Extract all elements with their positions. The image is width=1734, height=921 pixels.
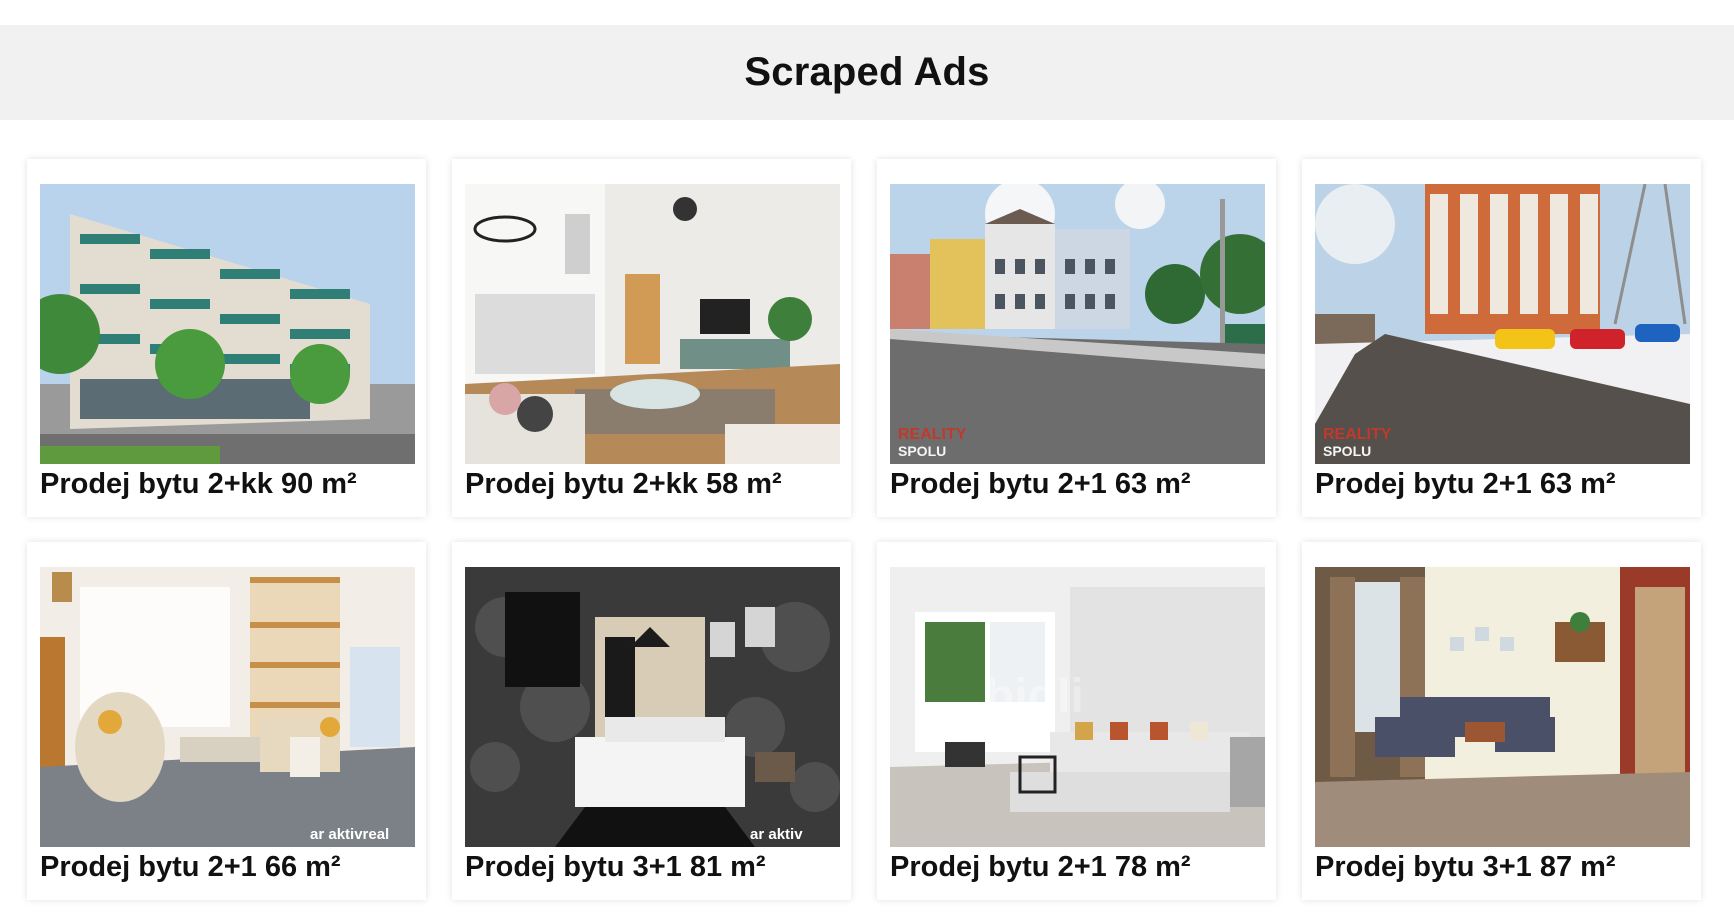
- watermark-logo: REALITY: [1323, 426, 1392, 443]
- ad-image: ar aktiv: [465, 567, 840, 847]
- ad-image-link[interactable]: bidli: [890, 567, 1265, 847]
- ad-title[interactable]: Prodej bytu 3+1 87 m²: [1315, 851, 1695, 884]
- ad-image-link[interactable]: REALITY SPOLU: [1315, 184, 1690, 464]
- ad-image: REALITY SPOLU: [1315, 184, 1690, 464]
- watermark-logo: SPOLU: [1323, 443, 1371, 459]
- ad-card[interactable]: ar aktiv Prodej bytu 3+1 81 m²: [452, 542, 851, 900]
- ad-image: [465, 184, 840, 464]
- ad-image-link[interactable]: [40, 184, 415, 464]
- ad-image-link[interactable]: ar aktiv: [465, 567, 840, 847]
- ad-card[interactable]: bidli Prodej bytu 2+1 78 m²: [877, 542, 1276, 900]
- ad-title[interactable]: Prodej bytu 2+1 63 m²: [1315, 468, 1695, 501]
- ad-image-link[interactable]: ar aktivreal: [40, 567, 415, 847]
- ad-image: bidli: [890, 567, 1265, 847]
- ad-title[interactable]: Prodej bytu 2+1 78 m²: [890, 851, 1270, 884]
- watermark-logo: bidli: [985, 670, 1084, 723]
- ad-image: [40, 184, 415, 464]
- ad-card[interactable]: REALITY SPOLU Prodej bytu 2+1 63 m²: [877, 159, 1276, 517]
- ad-card[interactable]: Prodej bytu 2+kk 90 m²: [27, 159, 426, 517]
- watermark-logo: SPOLU: [898, 443, 946, 459]
- ad-card[interactable]: Prodej bytu 2+kk 58 m²: [452, 159, 851, 517]
- ad-card[interactable]: Prodej bytu 3+1 87 m²: [1302, 542, 1701, 900]
- ad-image-link[interactable]: [1315, 567, 1690, 847]
- ad-image: REALITY SPOLU: [890, 184, 1265, 464]
- page-title: Scraped Ads: [744, 50, 990, 94]
- watermark-logo: ar aktiv: [750, 826, 803, 843]
- watermark-logo: REALITY: [898, 426, 967, 443]
- ad-title[interactable]: Prodej bytu 2+1 63 m²: [890, 468, 1270, 501]
- ad-card[interactable]: ar aktivreal Prodej bytu 2+1 66 m²: [27, 542, 426, 900]
- ad-title[interactable]: Prodej bytu 3+1 81 m²: [465, 851, 845, 884]
- ad-image-link[interactable]: REALITY SPOLU: [890, 184, 1265, 464]
- ad-image: ar aktivreal: [40, 567, 415, 847]
- ad-title[interactable]: Prodej bytu 2+kk 58 m²: [465, 468, 845, 501]
- page-header: Scraped Ads: [0, 25, 1734, 120]
- ad-image-link[interactable]: [465, 184, 840, 464]
- ad-title[interactable]: Prodej bytu 2+1 66 m²: [40, 851, 420, 884]
- ad-card[interactable]: REALITY SPOLU Prodej bytu 2+1 63 m²: [1302, 159, 1701, 517]
- watermark-logo: ar aktivreal: [310, 826, 389, 843]
- ad-title[interactable]: Prodej bytu 2+kk 90 m²: [40, 468, 420, 501]
- ad-image: [1315, 567, 1690, 847]
